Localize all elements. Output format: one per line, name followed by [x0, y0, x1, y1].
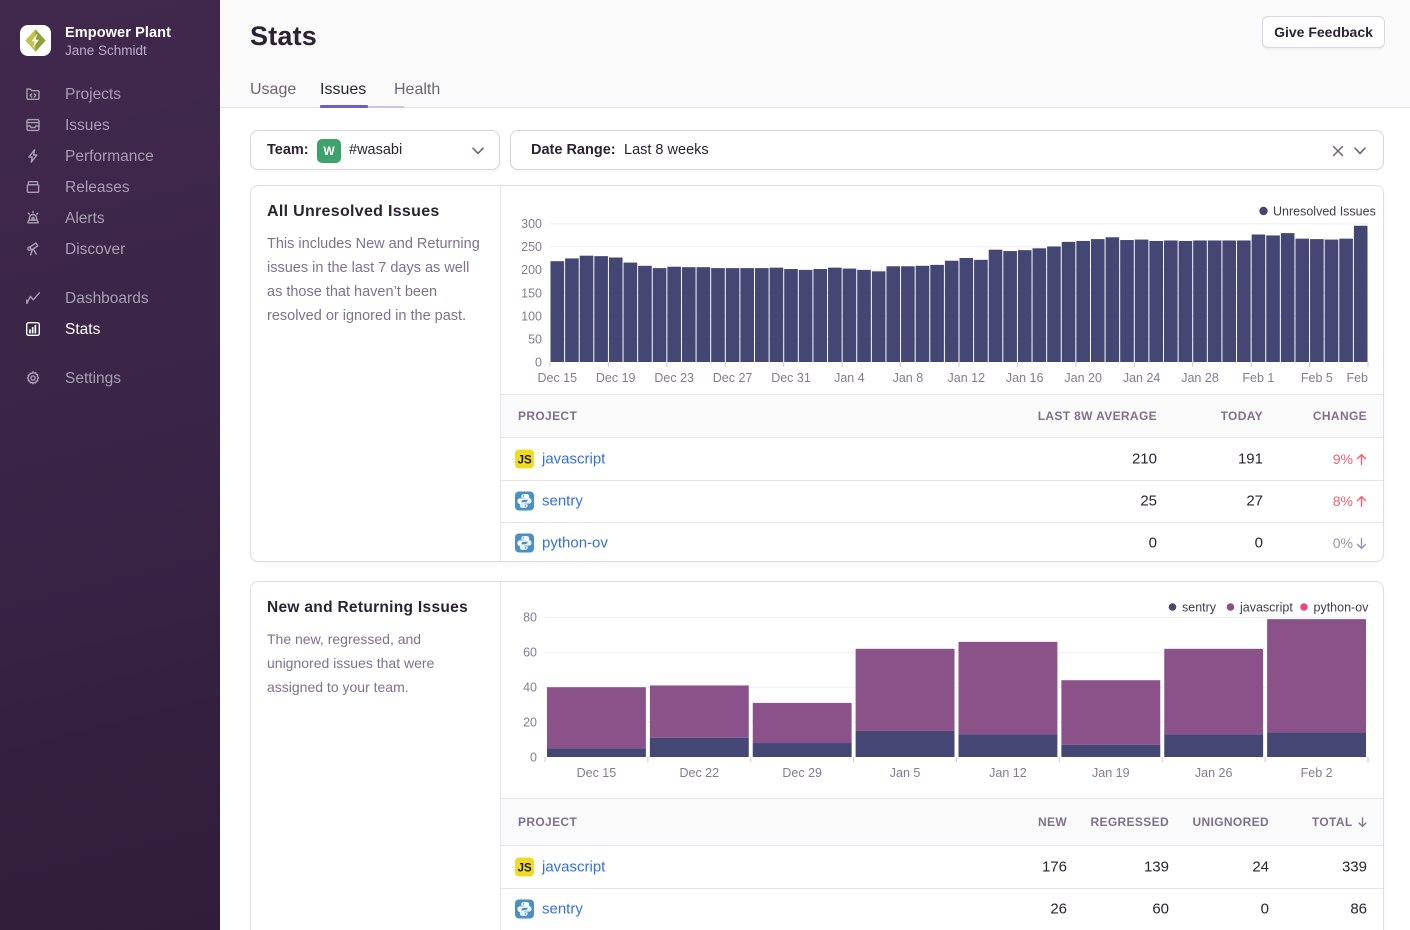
svg-text:sentry: sentry — [1182, 600, 1217, 614]
svg-text:Feb 5: Feb 5 — [1301, 371, 1333, 385]
svg-text:Jan 12: Jan 12 — [948, 371, 986, 385]
svg-text:20: 20 — [523, 715, 537, 729]
svg-text:Jan 19: Jan 19 — [1092, 766, 1130, 780]
svg-text:JS: JS — [518, 454, 532, 466]
svg-text:Jan 24: Jan 24 — [1123, 371, 1161, 385]
svg-text:150: 150 — [521, 286, 542, 300]
svg-text:Jan 8: Jan 8 — [893, 371, 924, 385]
svg-text:Feb: Feb — [1346, 371, 1368, 385]
svg-text:Jan 28: Jan 28 — [1181, 371, 1219, 385]
svg-text:Dec 29: Dec 29 — [782, 766, 822, 780]
svg-text:Dec 27: Dec 27 — [713, 371, 753, 385]
svg-text:Dec 22: Dec 22 — [679, 766, 719, 780]
svg-text:40: 40 — [523, 681, 537, 695]
svg-text:Jan 12: Jan 12 — [989, 766, 1027, 780]
svg-text:50: 50 — [528, 332, 542, 346]
svg-text:80: 80 — [523, 611, 537, 625]
svg-text:0: 0 — [535, 355, 542, 369]
svg-text:Dec 23: Dec 23 — [654, 371, 694, 385]
svg-text:100: 100 — [521, 309, 542, 323]
svg-text:Dec 15: Dec 15 — [577, 766, 617, 780]
svg-text:60: 60 — [523, 646, 537, 660]
svg-text:Dec 31: Dec 31 — [771, 371, 811, 385]
svg-text:Feb 2: Feb 2 — [1301, 766, 1333, 780]
svg-text:Jan 5: Jan 5 — [890, 766, 921, 780]
svg-text:JS: JS — [518, 862, 532, 874]
svg-text:Jan 16: Jan 16 — [1006, 371, 1044, 385]
svg-text:Feb 1: Feb 1 — [1242, 371, 1274, 385]
svg-text:javascript: javascript — [1239, 600, 1293, 614]
svg-text:Dec 15: Dec 15 — [537, 371, 577, 385]
svg-text:300: 300 — [521, 217, 542, 231]
svg-text:250: 250 — [521, 240, 542, 254]
svg-text:Jan 26: Jan 26 — [1195, 766, 1233, 780]
svg-text:Unresolved Issues: Unresolved Issues — [1273, 204, 1376, 218]
svg-text:python-ov: python-ov — [1314, 600, 1370, 614]
svg-text:200: 200 — [521, 263, 542, 277]
svg-text:Jan 20: Jan 20 — [1064, 371, 1102, 385]
svg-text:Dec 19: Dec 19 — [596, 371, 636, 385]
svg-text:Jan 4: Jan 4 — [834, 371, 865, 385]
svg-text:0: 0 — [530, 750, 537, 764]
